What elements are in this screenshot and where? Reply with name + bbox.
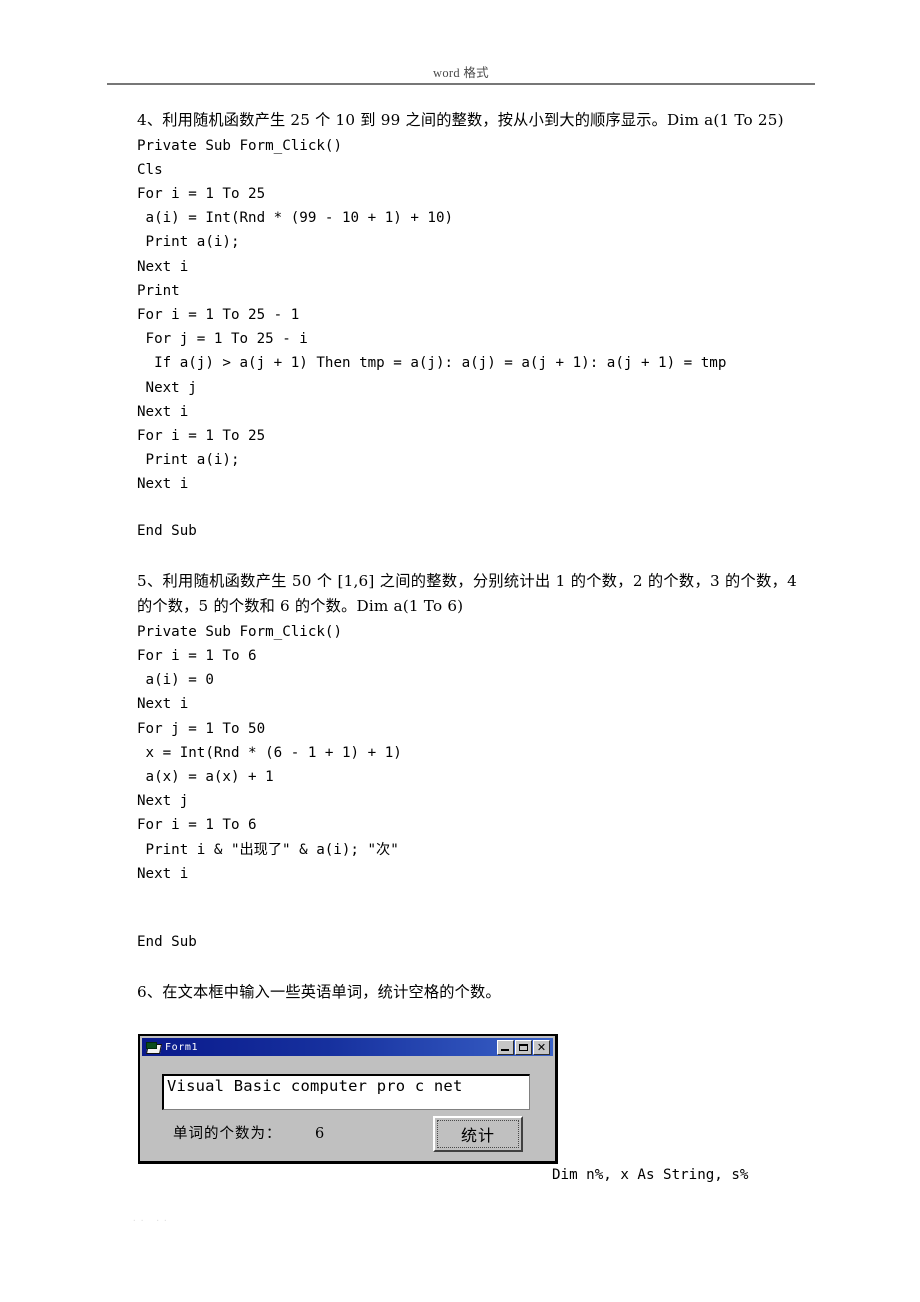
q4-code-line-11: Next j bbox=[137, 379, 197, 396]
q5-code-end-sub: End Sub bbox=[137, 933, 197, 950]
maximize-icon[interactable] bbox=[515, 1039, 532, 1055]
q5-code-line-9: For i = 1 To 6 bbox=[137, 817, 257, 834]
q4-code-line-2: Cls bbox=[137, 161, 163, 178]
q4-code-line-3: For i = 1 To 25 bbox=[137, 185, 266, 202]
vb-form-titlebar: Form1 ✕ bbox=[142, 1038, 553, 1056]
q5-code-spacer-b bbox=[137, 908, 797, 930]
q4-code-line-12: Next i bbox=[137, 403, 189, 420]
q4-code-line-15: Next i bbox=[137, 476, 189, 493]
page-header: word 格式 bbox=[107, 66, 815, 85]
page-footer: .. .. bbox=[133, 1212, 172, 1224]
q5-code-line-3: a(i) = 0 bbox=[137, 672, 214, 689]
question-5-prompt: 5、利用随机函数产生 50 个 [1,6] 之间的整数，分别统计出 1 的个数，… bbox=[137, 571, 803, 616]
word-count-label: 单词的个数为： bbox=[173, 1126, 282, 1142]
question-6-code-line: Dim n%, x As String, s% bbox=[552, 1167, 749, 1183]
q4-code-line-6: Next i bbox=[137, 258, 189, 275]
minimize-icon[interactable] bbox=[497, 1039, 514, 1055]
word-count-value: 6 bbox=[315, 1126, 325, 1142]
question-6-prompt: 6、在文本框中输入一些英语单词，统计空格的个数。 bbox=[137, 983, 501, 1002]
question-4-prompt: 4、利用随机函数产生 25 个 10 到 99 之间的整数，按从小到大的顺序显示… bbox=[137, 111, 784, 129]
close-icon[interactable]: ✕ bbox=[533, 1039, 550, 1055]
word-input-textbox[interactable]: Visual Basic computer pro c net bbox=[162, 1074, 530, 1110]
q4-code-line-8: For i = 1 To 25 - 1 bbox=[137, 306, 300, 323]
document-page: word 格式 4、利用随机函数产生 25 个 10 到 99 之间的整数，按从… bbox=[0, 0, 920, 1302]
section-spacer-4-5 bbox=[137, 543, 797, 569]
q5-code-line-8: Next j bbox=[137, 793, 189, 810]
count-button-label: 统计 bbox=[437, 1120, 519, 1148]
vb-form-title: Form1 bbox=[165, 1041, 199, 1053]
vb-form-window: Form1 ✕ Visual Basic computer pro c net … bbox=[138, 1034, 558, 1164]
vb-form-icon bbox=[145, 1041, 163, 1054]
count-button[interactable]: 统计 bbox=[433, 1116, 523, 1152]
q4-code-line-13: For i = 1 To 25 bbox=[137, 427, 266, 444]
q5-code-line-4: Next i bbox=[137, 696, 189, 713]
q5-code-line-6: x = Int(Rnd * (6 - 1 + 1) + 1) bbox=[137, 744, 402, 761]
q4-code-end-sub: End Sub bbox=[137, 522, 197, 539]
section-spacer-5-6 bbox=[137, 954, 797, 980]
q5-code-line-11: Next i bbox=[137, 865, 189, 882]
document-content: 4、利用随机函数产生 25 个 10 到 99 之间的整数，按从小到大的顺序显示… bbox=[137, 108, 797, 1006]
q4-code-line-1: Private Sub Form_Click() bbox=[137, 137, 342, 154]
q5-code-line-1: Private Sub Form_Click() bbox=[137, 623, 342, 640]
q4-code-line-14: Print a(i); bbox=[137, 452, 240, 469]
q4-code-line-5: Print a(i); bbox=[137, 234, 240, 251]
header-title: word 格式 bbox=[433, 66, 489, 80]
q4-code-spacer bbox=[137, 497, 797, 519]
word-input-value: Visual Basic computer pro c net bbox=[167, 1077, 463, 1095]
q4-code-line-4: a(i) = Int(Rnd * (99 - 10 + 1) + 10) bbox=[137, 210, 454, 227]
q4-code-line-7: Print bbox=[137, 282, 180, 299]
q4-code-line-10: If a(j) > a(j + 1) Then tmp = a(j): a(j)… bbox=[137, 355, 727, 372]
vb-window-controls: ✕ bbox=[497, 1039, 551, 1055]
header-divider bbox=[107, 83, 815, 85]
q5-code-line-2: For i = 1 To 6 bbox=[137, 647, 257, 664]
q5-code-spacer-a bbox=[137, 886, 797, 908]
q5-code-line-7: a(x) = a(x) + 1 bbox=[137, 768, 274, 785]
q5-code-line-5: For j = 1 To 50 bbox=[137, 720, 266, 737]
q4-code-line-9: For j = 1 To 25 - i bbox=[137, 331, 308, 348]
q5-code-line-10: Print i & "出现了" & a(i); "次" bbox=[137, 841, 399, 858]
